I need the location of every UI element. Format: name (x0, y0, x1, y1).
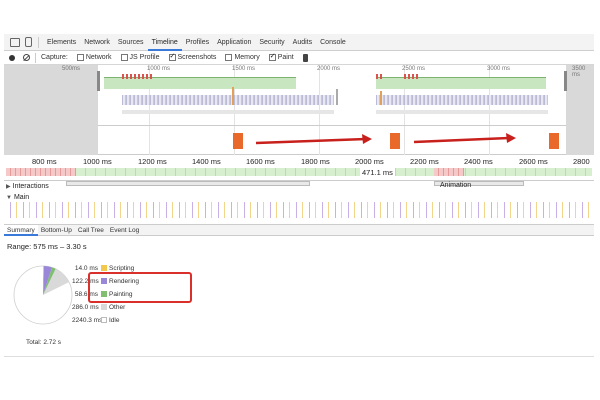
tab-separator (38, 36, 39, 48)
interactions-label: Interactions (12, 183, 49, 190)
ruler-tick-label: 2800 (573, 157, 590, 166)
network-checkbox[interactable] (76, 54, 84, 61)
tab-event-log[interactable]: Event Log (107, 225, 142, 236)
details-tab-bar: Summary Bottom-Up Call Tree Event Log (4, 224, 594, 236)
legend-swatch (101, 304, 107, 310)
memory-checkbox[interactable] (225, 54, 233, 61)
dropped-frames (6, 168, 76, 176)
tab-elements[interactable]: Elements (43, 34, 80, 51)
js-profile-checkbox-label: JS Profile (129, 54, 160, 61)
ruler-tick-label: 2600 ms (519, 157, 548, 166)
tab-network[interactable]: Network (80, 34, 114, 51)
legend-label: Scripting (109, 265, 135, 272)
main-thread-flame[interactable] (4, 202, 594, 218)
devtools-tab-bar: Elements Network Sources Timeline Profil… (4, 34, 594, 51)
devtools-window: Elements Network Sources Timeline Profil… (4, 34, 594, 360)
legend-swatch (101, 317, 107, 323)
capture-label: Capture: (41, 54, 68, 61)
animation-label: Animation (440, 182, 472, 189)
range-text: Range: 575 ms – 3.30 s (7, 242, 87, 251)
interaction-bar[interactable] (66, 181, 310, 186)
panel-bottom-border (4, 356, 594, 357)
tab-timeline[interactable]: Timeline (147, 34, 182, 51)
time-ruler[interactable]: 800 ms 1000 ms 1200 ms 1400 ms 1600 ms 1… (4, 155, 594, 181)
ruler-tick-label: 1400 ms (192, 157, 221, 166)
device-mode-icon[interactable] (25, 37, 32, 47)
tab-audits[interactable]: Audits (289, 34, 316, 51)
tab-console[interactable]: Console (316, 34, 350, 51)
memory-checkbox-label: Memory (234, 54, 260, 61)
tab-call-tree[interactable]: Call Tree (75, 225, 107, 236)
tab-profiles[interactable]: Profiles (182, 34, 213, 51)
controls-separator (35, 52, 36, 63)
legend-row-idle: 2240.3 ms Idle (72, 316, 119, 325)
selected-duration: 471.1 ms (360, 168, 395, 177)
legend-label: Other (109, 304, 126, 311)
network-checkbox-label: Network (85, 54, 112, 61)
js-profile-checkbox[interactable] (120, 54, 128, 61)
annotation-arrows (255, 133, 516, 145)
garbage-collect-icon[interactable] (302, 53, 308, 62)
expand-triangle-icon[interactable]: ▶ (6, 182, 11, 192)
tab-application[interactable]: Application (213, 34, 255, 51)
ruler-tick-label: 1000 ms (83, 157, 112, 166)
inspect-element-icon[interactable] (10, 37, 20, 47)
tab-security[interactable]: Security (255, 34, 288, 51)
ruler-tick-label: 2400 ms (464, 157, 493, 166)
paint-checkbox-label: Paint (277, 54, 294, 61)
clear-icon[interactable] (23, 54, 30, 61)
frames-strip (6, 168, 592, 176)
red-arrow (255, 134, 372, 145)
paint-checkbox[interactable] (268, 52, 276, 61)
total-text: Total: 2.72 s (26, 339, 62, 346)
annotation-highlight-box (88, 272, 192, 303)
dropped-frames (434, 168, 464, 176)
ruler-tick-label: 1800 ms (301, 157, 330, 166)
summary-pie-chart (13, 265, 73, 325)
ruler-tick-label: 2000 ms (355, 157, 384, 166)
ruler-tick-label: 1200 ms (138, 157, 167, 166)
screenshots-checkbox-label: Screenshots (177, 54, 217, 61)
legend-value: 286.0 ms (72, 304, 99, 311)
red-arrow (413, 133, 516, 144)
legend-label: Idle (109, 317, 120, 324)
legend-swatch (101, 265, 107, 271)
screenshots-checkbox[interactable] (168, 52, 176, 61)
tab-sources[interactable]: Sources (114, 34, 148, 51)
tab-bottom-up[interactable]: Bottom-Up (38, 225, 75, 236)
legend-value: 2240.3 ms (72, 317, 103, 324)
ruler-tick-label: 2200 ms (410, 157, 439, 166)
main-label: Main (13, 194, 30, 201)
ruler-tick-label: 800 ms (32, 157, 57, 166)
legend-row-other: 286.0 ms Other (72, 303, 125, 312)
ruler-tick-label: 1600 ms (246, 157, 275, 166)
record-icon[interactable] (9, 54, 15, 61)
tab-summary[interactable]: Summary (4, 224, 38, 236)
timeline-overview[interactable]: 500ms 1000 ms 1500 ms 2000 ms 2500 ms 30… (4, 65, 594, 155)
timeline-controls: Capture: Network JS Profile Screenshots … (4, 51, 594, 65)
